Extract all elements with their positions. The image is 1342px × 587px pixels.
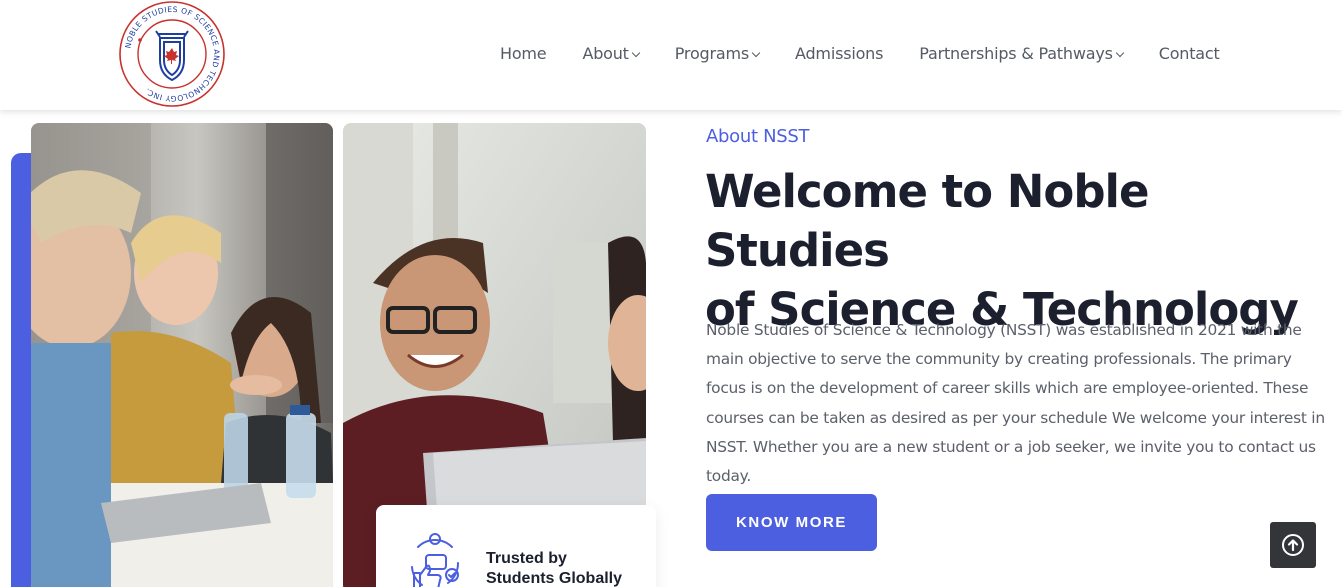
site-header: NOBLE STUDIES OF SCIENCE AND TECHNOLOGY … bbox=[0, 0, 1342, 110]
section-eyebrow: About NSST bbox=[706, 126, 810, 147]
chevron-down-icon bbox=[1115, 48, 1124, 57]
logo-emblem-icon: NOBLE STUDIES OF SCIENCE AND TECHNOLOGY … bbox=[119, 1, 225, 107]
about-description: Noble Studies of Science & Technology (N… bbox=[706, 321, 1325, 486]
nav-programs[interactable]: Programs bbox=[674, 44, 761, 63]
trusted-badge-card: Trusted by Students Globally bbox=[376, 505, 656, 587]
arrow-up-circle-icon bbox=[1282, 534, 1304, 556]
page-title-line-1: Welcome to Noble Studies bbox=[705, 165, 1149, 277]
nav-partnerships-label: Partnerships & Pathways bbox=[919, 44, 1113, 63]
nav-admissions[interactable]: Admissions bbox=[795, 44, 883, 63]
nav-home-label: Home bbox=[500, 44, 547, 63]
nav-programs-label: Programs bbox=[674, 44, 750, 63]
page-title: Welcome to Noble Studies of Science & Te… bbox=[705, 162, 1335, 339]
nav-home[interactable]: Home bbox=[500, 44, 547, 63]
nsst-logo[interactable]: NOBLE STUDIES OF SCIENCE AND TECHNOLOGY … bbox=[116, 0, 228, 108]
trusted-text: Trusted by Students Globally bbox=[486, 549, 646, 587]
nav-about[interactable]: About bbox=[582, 44, 641, 63]
students-photo-group bbox=[31, 123, 333, 587]
students-group-image bbox=[31, 123, 333, 587]
know-more-button[interactable]: KNOW MORE bbox=[706, 494, 877, 551]
scroll-to-top-button[interactable] bbox=[1270, 522, 1316, 568]
thumbs-up-chat-network-icon bbox=[411, 533, 460, 587]
nav-contact[interactable]: Contact bbox=[1159, 44, 1220, 63]
chevron-down-icon bbox=[751, 48, 761, 57]
nav-admissions-label: Admissions bbox=[795, 44, 884, 63]
trusted-line-2: Students Globally bbox=[486, 570, 623, 587]
chevron-down-icon bbox=[631, 48, 641, 57]
nav-partnerships[interactable]: Partnerships & Pathways bbox=[919, 44, 1124, 63]
trusted-line-1: Trusted by bbox=[486, 550, 567, 567]
nav-about-label: About bbox=[582, 44, 629, 63]
main-nav: Home About Programs Admissions Partnersh… bbox=[500, 44, 1220, 63]
nav-contact-label: Contact bbox=[1158, 44, 1220, 63]
